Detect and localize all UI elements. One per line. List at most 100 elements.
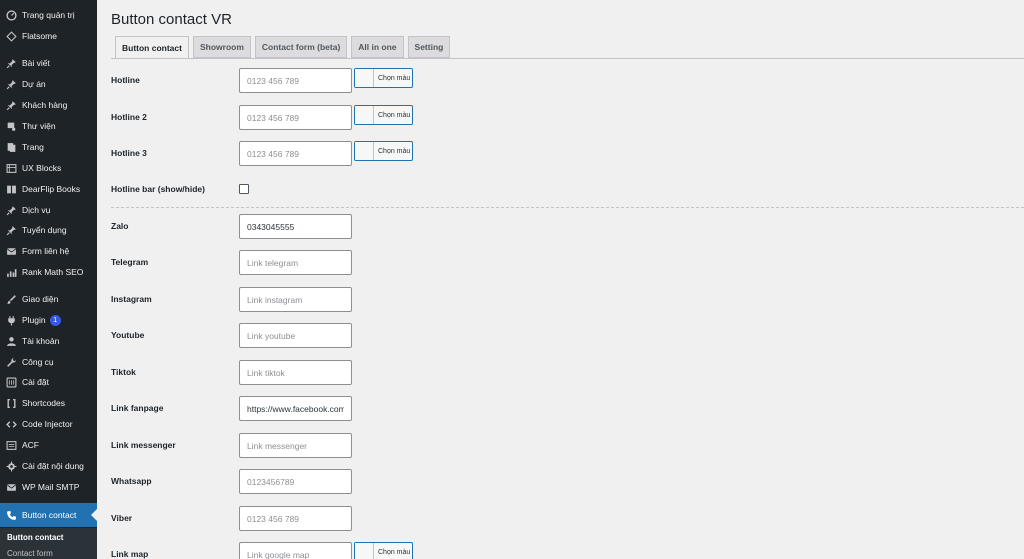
viber-input[interactable] (239, 506, 352, 531)
dashboard-icon (5, 9, 17, 21)
sidebar-item-trang-quan-tri[interactable]: Trang quản trị (0, 5, 97, 25)
main-content: Button contact VR Button contact Showroom… (97, 0, 1024, 559)
submenu-item-contact-form[interactable]: Contact form (7, 549, 53, 558)
pin-icon (5, 224, 17, 236)
link-map-input[interactable] (239, 542, 352, 559)
hotline-2-input[interactable] (239, 105, 352, 130)
sidebar-item-label: Shortcodes (22, 398, 65, 408)
tab-showroom[interactable]: Showroom (192, 36, 251, 58)
sidebar-item-label: Trang (22, 142, 44, 152)
link-map-label: Link map (111, 549, 149, 559)
tiktok-input[interactable] (239, 360, 352, 385)
sidebar-item-ux-blocks[interactable]: UX Blocks (0, 158, 97, 178)
hotline-color-picker-button[interactable]: Chọn màu (354, 68, 413, 88)
telegram-label: Telegram (111, 257, 149, 267)
color-swatch (355, 69, 374, 87)
sidebar-item-trang[interactable]: Trang (0, 137, 97, 157)
color-picker-label: Chọn màu (378, 74, 411, 82)
sidebar-item-wp-mail-smtp[interactable]: WP Mail SMTP (0, 477, 97, 497)
tab-contact-form-beta[interactable]: Contact form (beta) (254, 36, 348, 58)
sidebar-item-code-injector[interactable]: Code Injector (0, 414, 97, 434)
sidebar-item-cai-dat[interactable]: Cài đặt (0, 372, 97, 392)
zalo-input[interactable] (239, 214, 352, 239)
phone-icon (5, 509, 17, 521)
sidebar-item-form-lien-he[interactable]: Form liên hệ (0, 241, 97, 261)
sidebar-item-giao-dien[interactable]: Giao diện (0, 289, 97, 309)
telegram-input[interactable] (239, 250, 352, 275)
media-icon (5, 120, 17, 132)
gear-icon (5, 460, 17, 472)
pin-icon (5, 99, 17, 111)
link-fanpage-input[interactable] (239, 396, 352, 421)
mail-icon (5, 481, 17, 493)
sidebar-item-label: Giao diện (22, 294, 59, 304)
sidebar-item-label: UX Blocks (22, 163, 62, 173)
hotline-3-label: Hotline 3 (111, 148, 147, 158)
link-messenger-input[interactable] (239, 433, 352, 458)
link-fanpage-label: Link fanpage (111, 403, 164, 413)
sidebar-item-label: Cài đặt (22, 377, 49, 387)
hotline-input[interactable] (239, 68, 352, 93)
tiktok-label: Tiktok (111, 367, 136, 377)
sidebar-item-acf[interactable]: ACF (0, 435, 97, 455)
code-icon (5, 418, 17, 430)
page-icon (5, 141, 17, 153)
brackets-icon (5, 397, 17, 409)
sidebar-item-label: Flatsome (22, 31, 57, 41)
sidebar-item-tuyen-dung[interactable]: Tuyển dụng (0, 220, 97, 240)
whatsapp-input[interactable] (239, 469, 352, 494)
color-picker-label: Chọn màu (378, 548, 411, 556)
plugin-icon (5, 314, 17, 326)
acf-icon (5, 439, 17, 451)
viber-label: Viber (111, 513, 133, 523)
sidebar-item-label: Plugin (22, 315, 46, 325)
sidebar-item-khach-hang[interactable]: Khách hàng (0, 95, 97, 115)
diamond-icon (5, 30, 17, 42)
sidebar-item-shortcodes[interactable]: Shortcodes (0, 393, 97, 413)
hotline-2-label: Hotline 2 (111, 112, 147, 122)
brush-icon (5, 293, 17, 305)
hotline-bar-show-hide-checkbox[interactable] (239, 184, 249, 194)
sidebar-item-du-an[interactable]: Dự án (0, 74, 97, 94)
user-icon (5, 335, 17, 347)
tab-underline (111, 58, 1024, 59)
color-swatch (355, 106, 374, 124)
sidebar-item-tai-khoan[interactable]: Tài khoản (0, 331, 97, 351)
color-picker-label: Chọn màu (378, 147, 411, 155)
sidebar-item-rank-math-seo[interactable]: Rank Math SEO (0, 262, 97, 282)
sidebar-item-button-contact[interactable]: Button contact (0, 503, 97, 527)
link-map-color-picker-button[interactable]: Chọn màu (354, 542, 413, 559)
sidebar-item-dearflip-books[interactable]: DearFlip Books (0, 179, 97, 199)
instagram-input[interactable] (239, 287, 352, 312)
pin-icon (5, 204, 17, 216)
hotline-2-color-picker-button[interactable]: Chọn màu (354, 105, 413, 125)
zalo-label: Zalo (111, 221, 129, 231)
admin-sidebar: Trang quản trị Flatsome Bài viết Dự án Khách… (0, 0, 97, 559)
submenu-item-button-contact[interactable]: Button contact (7, 533, 63, 542)
sidebar-item-plugin[interactable]: Plugin 1 (0, 310, 97, 330)
hotline-3-color-picker-button[interactable]: Chọn màu (354, 141, 413, 161)
sidebar-item-cai-dat-noi-dung[interactable]: Cài đặt nội dung (0, 456, 97, 476)
hotline-3-input[interactable] (239, 141, 352, 166)
youtube-input[interactable] (239, 323, 352, 348)
chart-icon (5, 266, 17, 278)
sidebar-item-bai-viet[interactable]: Bài viết (0, 53, 97, 73)
sidebar-item-cong-cu[interactable]: Công cụ (0, 352, 97, 372)
sidebar-item-label: Dịch vụ (22, 205, 51, 215)
sidebar-item-dich-vu[interactable]: Dịch vụ (0, 200, 97, 220)
sidebar-item-label: WP Mail SMTP (22, 482, 80, 492)
instagram-label: Instagram (111, 294, 152, 304)
color-swatch (355, 142, 374, 160)
sidebar-submenu: Button contact Contact form (0, 528, 97, 559)
sidebar-item-label: Dự án (22, 79, 46, 89)
sidebar-item-flatsome[interactable]: Flatsome (0, 26, 97, 46)
sidebar-item-label: Cài đặt nội dung (22, 461, 84, 471)
color-swatch (355, 543, 374, 559)
tab-button-contact[interactable]: Button contact (115, 36, 189, 59)
tab-setting[interactable]: Setting (407, 36, 451, 58)
tab-all-in-one[interactable]: All in one (351, 36, 404, 58)
whatsapp-label: Whatsapp (111, 476, 152, 486)
sidebar-item-thu-vien[interactable]: Thư viện (0, 116, 97, 136)
sidebar-item-label: Trang quản trị (22, 10, 75, 20)
settings-icon (5, 376, 17, 388)
